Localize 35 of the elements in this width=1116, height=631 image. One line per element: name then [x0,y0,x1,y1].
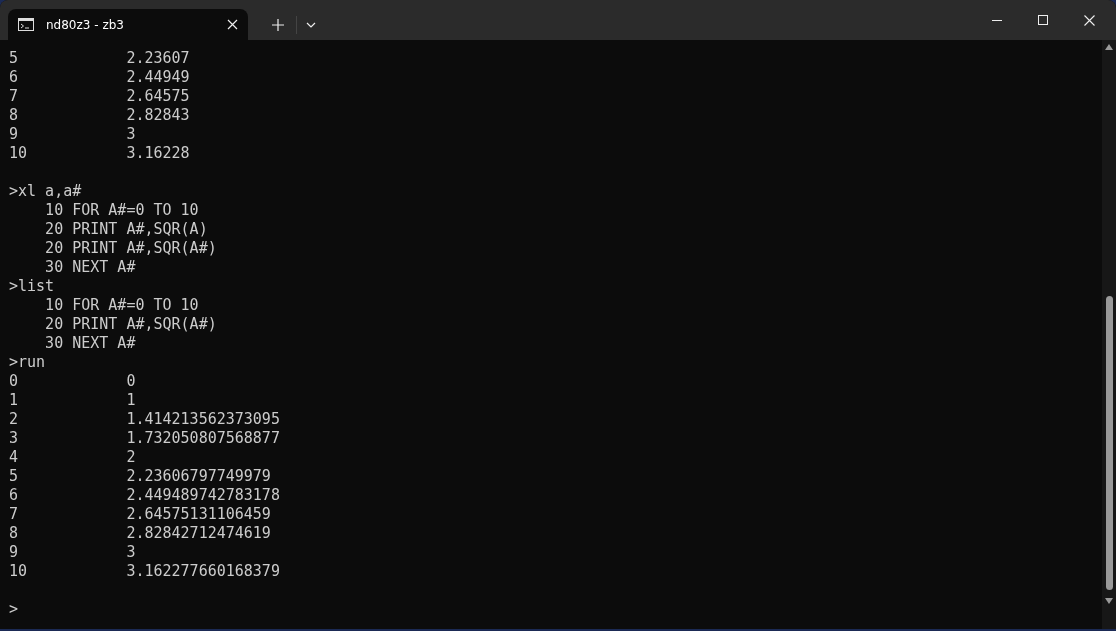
close-tab-icon[interactable] [227,19,238,30]
scroll-up-icon[interactable] [1105,44,1113,50]
tab-title: nd80z3 - zb3 [46,17,125,32]
scroll-down-icon[interactable] [1105,598,1113,604]
scrollbar[interactable] [1102,40,1116,629]
terminal-line: 8 2.82842712474619 [9,524,271,543]
terminal-line: 5 2.23606797749979 [9,467,271,486]
terminal-line: 6 2.449489742783178 [9,486,280,505]
terminal-line: 4 2 [9,448,136,467]
terminal-line: 9 3 [9,125,136,144]
terminal-line: >run [9,353,46,372]
terminal-line: 7 2.64575131106459 [9,505,271,524]
terminal-line: 30 NEXT A# [44,258,136,277]
terminal-line: 20 PRINT A#,SQR(A#) [44,239,217,258]
terminal-line: 20 PRINT A#,SQR(A#) [44,315,217,334]
terminal-icon [18,18,34,31]
terminal-line: 6 2.44949 [9,68,190,87]
terminal-line: 5 2.23607 [9,49,190,68]
terminal-line: 10 FOR A#=0 TO 10 [44,201,199,220]
terminal-line: 2 1.414213562373095 [9,410,280,429]
terminal-line: 1 1 [9,391,136,410]
terminal-line: > [9,600,19,619]
terminal-tab[interactable]: nd80z3 - zb3 [8,9,248,40]
terminal-line: 9 3 [9,543,136,562]
terminal-line: 30 NEXT A# [44,334,136,353]
terminal-line: 10 3.16228 [9,144,190,163]
terminal-line: >list [9,277,55,296]
terminal-line: 7 2.64575 [9,87,190,106]
terminal-line: 0 0 [9,372,136,391]
terminal-line: 3 1.732050807568877 [9,429,280,448]
terminal-line: 20 PRINT A#,SQR(A) [44,220,208,239]
terminal-line: 8 2.82843 [9,106,190,125]
terminal-line: >xl a,a# [9,182,82,201]
terminal-line: 10 3.162277660168379 [9,562,280,581]
terminal-line: 10 FOR A#=0 TO 10 [44,296,199,315]
